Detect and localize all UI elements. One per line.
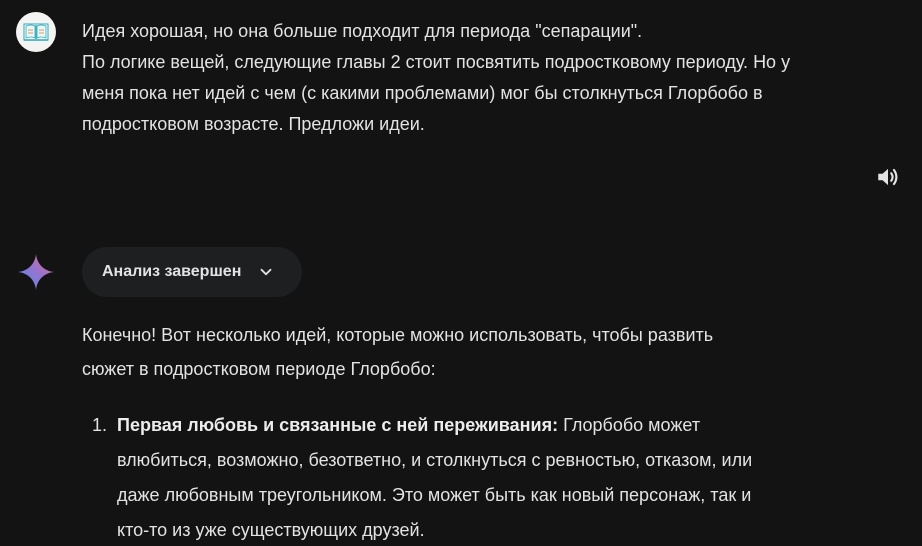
assistant-ideas-list: 1. Первая любовь и связанные с ней переж…: [82, 408, 862, 546]
list-item-title: Первая любовь и связанные с ней пережива…: [117, 415, 559, 435]
list-item-number: 1.: [92, 415, 108, 435]
chevron-down-icon: [257, 263, 275, 281]
user-message-line: меня пока нет идей с чем (с какими пробл…: [82, 83, 763, 103]
list-item-first-line: Первая любовь и связанные с ней пережива…: [117, 408, 862, 443]
listen-button[interactable]: [870, 159, 906, 195]
user-message-line: По логике вещей, следующие главы 2 стоит…: [82, 52, 791, 72]
speaker-icon: [878, 168, 898, 186]
list-item: 1. Первая любовь и связанные с ней переж…: [82, 408, 862, 546]
assistant-text-line: Конечно! Вот несколько идей, которые мож…: [82, 325, 714, 345]
user-avatar[interactable]: [16, 12, 56, 52]
book-logo-icon: [23, 23, 49, 41]
list-item-line: влюбиться, возможно, безответно, и столк…: [117, 450, 753, 470]
gemini-star-icon: [18, 254, 54, 290]
user-message-line: подростковом возрасте. Предложи идеи.: [82, 114, 425, 134]
list-item-line: даже любовным треугольником. Это может б…: [117, 485, 752, 505]
assistant-text-line: сюжет в подростковом периоде Глорбобо:: [82, 359, 436, 379]
list-item-text: Глорбобо может: [558, 415, 701, 435]
user-message-line: Идея хорошая, но она больше подходит для…: [82, 21, 643, 41]
chat-page: Идея хорошая, но она больше подходит для…: [0, 0, 922, 546]
analysis-label: Анализ завершен: [102, 263, 242, 280]
assistant-response-intro: Конечно! Вот несколько идей, которые мож…: [82, 318, 862, 386]
user-message: Идея хорошая, но она больше подходит для…: [82, 16, 882, 140]
list-item-line: кто-то из уже существующих друзей.: [117, 520, 425, 540]
analysis-toggle-button[interactable]: Анализ завершен: [82, 247, 302, 297]
